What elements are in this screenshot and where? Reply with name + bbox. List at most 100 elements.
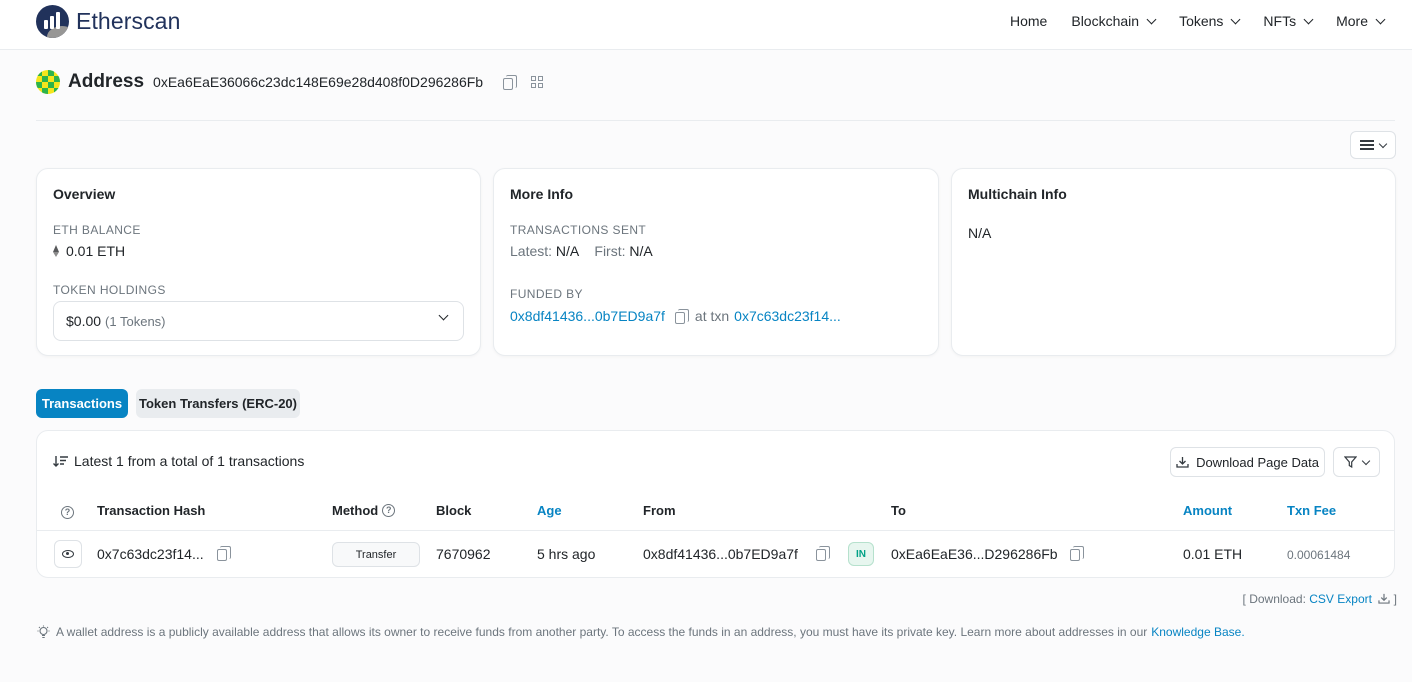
etherscan-logo-icon	[36, 5, 69, 38]
eye-icon	[62, 550, 74, 558]
more-info-card: More Info TRANSACTIONS SENT Latest: N/A …	[493, 168, 939, 356]
copy-hash-icon[interactable]	[217, 546, 231, 561]
copy-funder-icon[interactable]	[674, 308, 689, 324]
eth-balance-value: 0.01 ETH	[66, 243, 126, 259]
filter-icon	[1344, 456, 1357, 468]
address-footnote: A wallet address is a publicly available…	[36, 625, 1245, 639]
nav-home[interactable]: Home	[1010, 13, 1047, 29]
table-header-divider	[37, 530, 1394, 531]
chevron-down-icon	[438, 310, 449, 321]
multichain-info-value: N/A	[968, 225, 992, 241]
knowledge-base-link[interactable]: Knowledge Base.	[1151, 625, 1244, 639]
question-icon[interactable]: ?	[382, 504, 396, 517]
eth-balance: 0.01 ETH	[53, 243, 125, 259]
view-options-button[interactable]	[1350, 131, 1396, 159]
header-divider	[36, 120, 1395, 121]
first-label: First:	[594, 243, 626, 259]
transactions-summary: Latest 1 from a total of 1 transactions	[53, 453, 304, 469]
overview-title: Overview	[53, 186, 116, 202]
overview-card: Overview ETH BALANCE 0.01 ETH TOKEN HOLD…	[36, 168, 481, 356]
tab-transactions[interactable]: Transactions	[36, 389, 128, 418]
nav-more[interactable]: More	[1336, 13, 1386, 29]
column-amount[interactable]: Amount	[1183, 503, 1232, 518]
download-prefix: [ Download:	[1242, 592, 1306, 606]
lightbulb-icon	[36, 625, 50, 639]
token-holdings-count: (1 Tokens)	[105, 313, 166, 329]
token-holdings-dropdown[interactable]: $0.00 (1 Tokens)	[53, 301, 464, 341]
funding-txn-link[interactable]: 0x7c63dc23f14...	[734, 308, 841, 324]
nav-home-label: Home	[1010, 13, 1048, 29]
chevron-down-icon	[1146, 14, 1157, 24]
chevron-down-icon	[1230, 14, 1241, 24]
column-method: Method?	[332, 503, 396, 518]
brand-name: Etherscan	[76, 8, 181, 34]
nav-tokens-label: Tokens	[1179, 13, 1224, 29]
age-value: 5 hrs ago	[537, 546, 596, 562]
column-method-label: Method	[332, 503, 379, 518]
amount-value: 0.01 ETH	[1183, 546, 1243, 562]
token-holdings-value: $0.00	[66, 313, 102, 329]
address-avatar-icon	[36, 70, 60, 94]
token-holdings-label: TOKEN HOLDINGS	[53, 283, 166, 297]
eth-balance-label: ETH BALANCE	[53, 223, 141, 237]
copy-from-icon[interactable]	[816, 546, 830, 561]
transactions-summary-text: Latest 1 from a total of 1 transactions	[74, 453, 305, 469]
sort-descending-icon	[53, 455, 68, 467]
nav-nfts-label: NFTs	[1263, 13, 1297, 29]
column-txn-fee[interactable]: Txn Fee	[1287, 503, 1336, 518]
chevron-down-icon	[1378, 139, 1388, 148]
tab-token-transfers[interactable]: Token Transfers (ERC-20)	[136, 389, 300, 418]
nav-blockchain-label: Blockchain	[1071, 13, 1140, 29]
transactions-sent-label: TRANSACTIONS SENT	[510, 223, 647, 237]
funded-by-row: 0x8df41436...0b7ED9a7f at txn 0x7c63dc23…	[510, 308, 841, 324]
nav-blockchain[interactable]: Blockchain	[1071, 13, 1157, 29]
download-icon	[1378, 593, 1390, 604]
download-suffix: ]	[1393, 592, 1397, 606]
chevron-down-icon	[1375, 14, 1386, 24]
transactions-card: Latest 1 from a total of 1 transactions …	[36, 430, 1395, 578]
column-info-icon[interactable]: ?	[61, 503, 74, 519]
nav-nfts[interactable]: NFTs	[1263, 13, 1314, 29]
filter-button[interactable]	[1333, 447, 1380, 477]
latest-value: N/A	[555, 243, 579, 259]
more-info-title: More Info	[510, 186, 573, 202]
direction-badge: IN	[848, 542, 874, 566]
csv-download-line: [ Download: CSV Export ]	[1243, 592, 1397, 606]
method-badge: Transfer	[332, 542, 420, 567]
column-age[interactable]: Age	[537, 503, 562, 518]
transactions-sent-values: Latest: N/A First: N/A	[510, 243, 653, 259]
download-page-data-button[interactable]: Download Page Data	[1170, 447, 1325, 477]
chevron-down-icon	[1303, 14, 1314, 24]
txn-fee-value: 0.00061484	[1287, 548, 1351, 562]
csv-export-link[interactable]: CSV Export	[1309, 592, 1372, 606]
latest-label: Latest:	[510, 243, 553, 259]
column-from: From	[643, 503, 676, 518]
column-to: To	[891, 503, 906, 518]
column-block: Block	[436, 503, 472, 518]
multichain-info-title: Multichain Info	[968, 186, 1067, 202]
address-header: Address 0xEa6EaE36066c23dc148E69e28d408f…	[36, 70, 544, 94]
address-value: 0xEa6EaE36066c23dc148E69e28d408f0D296286…	[153, 74, 484, 90]
copy-to-icon[interactable]	[1070, 546, 1084, 561]
nav-more-label: More	[1336, 13, 1368, 29]
funded-by-label: FUNDED BY	[510, 287, 583, 301]
transaction-hash-link[interactable]: 0x7c63dc23f14...	[97, 546, 204, 562]
column-transaction-hash: Transaction Hash	[97, 503, 206, 518]
multichain-info-card: Multichain Info N/A	[951, 168, 1396, 356]
view-details-button[interactable]	[54, 540, 82, 568]
funded-by-address-link[interactable]: 0x8df41436...0b7ED9a7f	[510, 308, 665, 324]
nav-tokens[interactable]: Tokens	[1179, 13, 1241, 29]
qr-code-icon[interactable]	[531, 75, 544, 89]
footnote-text: A wallet address is a publicly available…	[56, 625, 1148, 639]
chevron-down-icon	[1361, 456, 1371, 465]
first-value: N/A	[629, 243, 653, 259]
etherscan-logo[interactable]: Etherscan	[36, 5, 180, 38]
at-txn-label: at txn	[694, 308, 730, 324]
from-address-link[interactable]: 0x8df41436...0b7ED9a7f	[643, 546, 798, 562]
copy-address-icon[interactable]	[503, 74, 518, 90]
block-link[interactable]: 7670962	[436, 546, 491, 562]
download-icon	[1176, 457, 1189, 468]
ethereum-icon	[53, 245, 60, 257]
main-nav: Home Blockchain Tokens NFTs More	[986, 0, 1386, 42]
question-icon: ?	[61, 506, 74, 519]
